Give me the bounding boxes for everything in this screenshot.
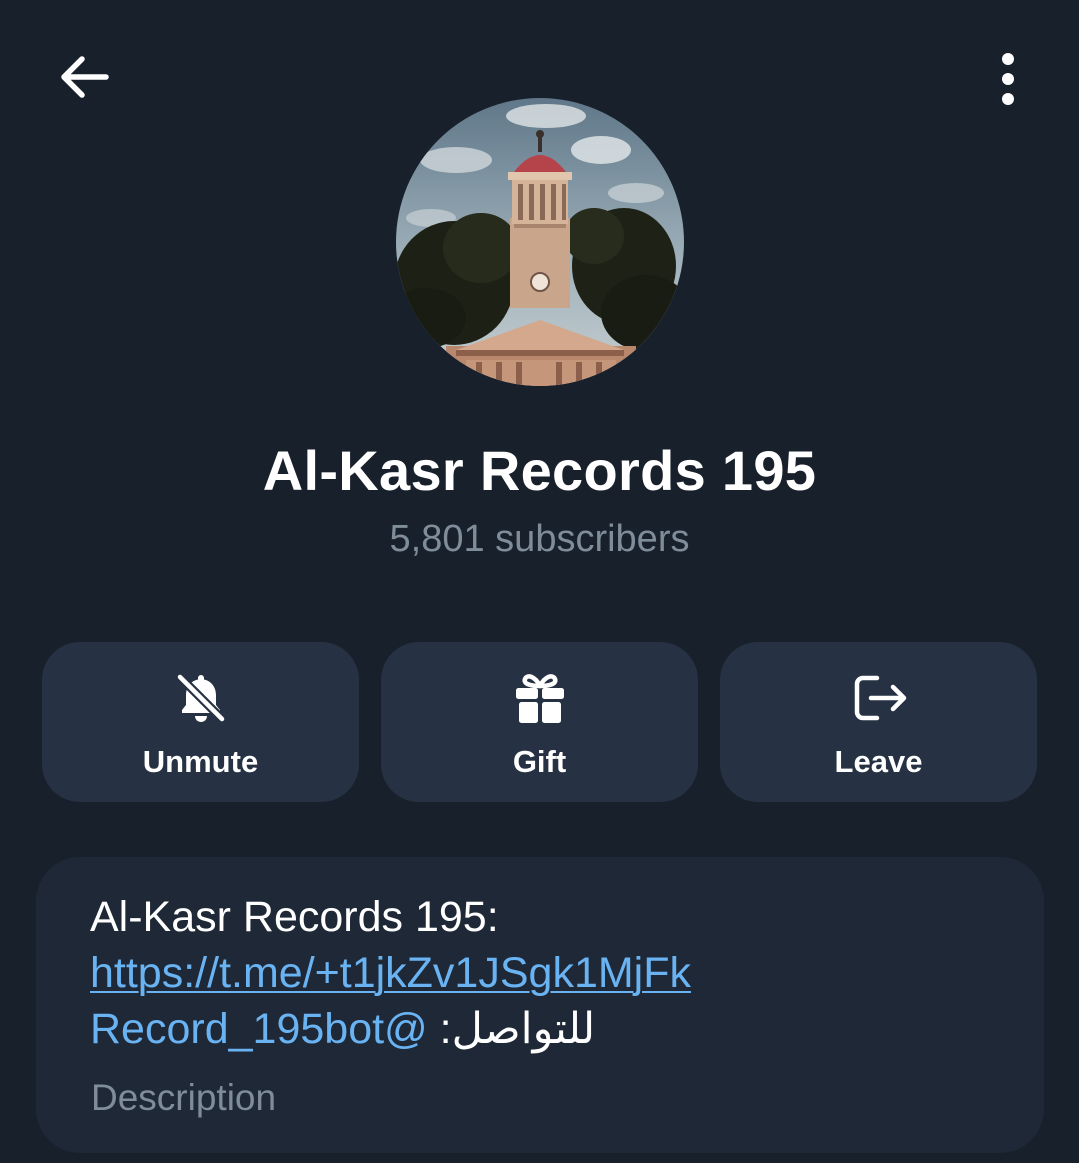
description-label: Description bbox=[91, 1077, 277, 1118]
back-button[interactable] bbox=[48, 46, 118, 108]
logout-icon bbox=[854, 675, 906, 721]
leave-button[interactable]: Leave bbox=[720, 642, 1037, 802]
arrow-left-icon bbox=[61, 56, 109, 98]
channel-info-screen: Al-Kasr Records 195 5,801 subscribers Un… bbox=[0, 0, 1079, 1163]
subscriber-count: 5,801 subscribers bbox=[389, 518, 690, 560]
description-title-line: Al-Kasr Records 195: bbox=[90, 893, 499, 941]
description-card: Al-Kasr Records 195: https://t.me/+t1jkZ… bbox=[36, 857, 1044, 1153]
contact-line: Record_195bot@ :للتواصل bbox=[90, 1001, 595, 1057]
more-vertical-icon bbox=[1002, 53, 1014, 105]
unmute-button[interactable]: Unmute bbox=[42, 642, 359, 802]
more-options-button[interactable] bbox=[978, 44, 1038, 114]
contact-text: :للتواصل bbox=[427, 1005, 596, 1053]
bell-off-icon bbox=[175, 672, 226, 724]
unmute-label: Unmute bbox=[142, 744, 259, 779]
clock-tower-photo bbox=[396, 98, 684, 386]
invite-link[interactable]: https://t.me/+t1jkZv1JSgk1MjFk bbox=[90, 945, 691, 1001]
gift-button[interactable]: Gift bbox=[381, 642, 698, 802]
bot-mention-link[interactable]: Record_195bot@ bbox=[90, 1005, 428, 1053]
leave-label: Leave bbox=[834, 744, 923, 779]
channel-title: Al-Kasr Records 195 bbox=[262, 439, 817, 502]
gift-icon bbox=[515, 674, 564, 723]
gift-label: Gift bbox=[512, 744, 567, 779]
channel-avatar[interactable] bbox=[396, 98, 684, 386]
